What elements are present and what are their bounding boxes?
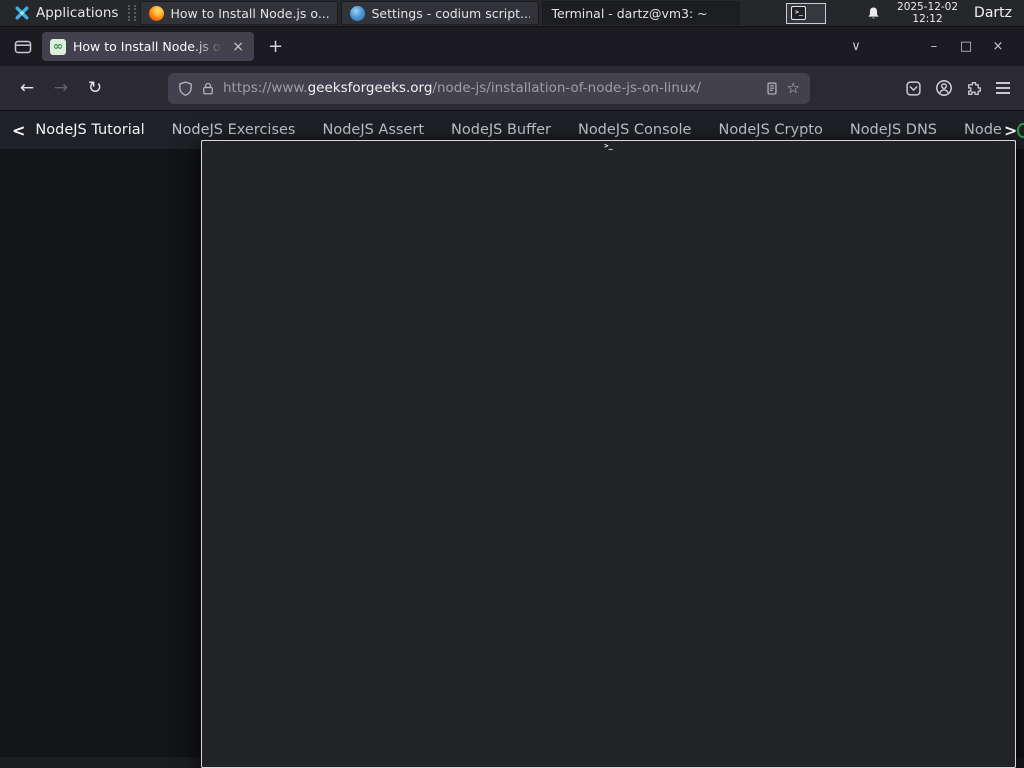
new-tab-button[interactable]: + [268,36,283,57]
pocket-icon[interactable] [905,80,922,97]
nav-link[interactable]: NodeJS Exercises [172,122,296,138]
menu-hamburger-icon[interactable] [996,82,1010,94]
window-button-label: Settings - codium script... [371,5,531,21]
user-menu[interactable]: Dartz [974,5,1012,21]
nav-link[interactable]: NodeJS Console [578,122,692,138]
browser-minimize-button[interactable]: – [918,39,950,54]
applications-label: Applications [36,5,119,21]
nav-scroll-left-icon[interactable]: < [12,121,25,140]
lock-icon[interactable] [201,81,215,96]
back-button[interactable]: ← [10,78,44,98]
account-icon[interactable] [935,79,953,97]
search-icon[interactable] [1017,122,1024,138]
panel-window-button-terminal[interactable]: >_ Terminal - dartz@vm3: ~ [201,1,1016,768]
window-button-label: How to Install Node.js o... [170,5,330,21]
notification-bell-icon[interactable] [866,6,881,21]
url-path: /node-js/installation-of-node-js-on-linu… [432,80,701,96]
site-nav-right: Sign In [1017,108,1024,152]
url-bar[interactable]: https://www.geeksforgeeks.org/node-js/in… [168,72,810,104]
url-text: https://www.geeksforgeeks.org/node-js/in… [223,80,757,96]
panel-window-buttons: How to Install Node.js o... Settings - co… [140,0,1016,768]
tab-bar: ∞ How to Install Node.js on × + ∨ – □ × [0,27,1024,66]
nav-link[interactable]: NodeJS Assert [322,122,424,138]
navigation-toolbar: ← → ↻ https://www.geeksforgeeks.org/node… [0,66,1024,111]
url-scheme: https://www. [223,80,308,96]
reload-button[interactable]: ↻ [78,78,112,98]
panel-window-button-firefox[interactable]: How to Install Node.js o... [140,1,339,25]
window-button-label: Terminal - dartz@vm3: ~ [551,5,708,21]
applications-icon [15,6,29,20]
nav-link[interactable]: NodeJS Crypto [718,122,822,138]
vscodium-icon [350,5,366,21]
site-nav-links: NodeJS Tutorial NodeJS Exercises NodeJS As… [35,122,1001,138]
tracking-shield-icon[interactable] [178,80,193,96]
browser-maximize-button[interactable]: □ [950,39,982,54]
workspace-switcher[interactable]: >_ [786,2,827,24]
nav-scroll-right-icon[interactable]: > [1004,121,1017,140]
reader-mode-icon[interactable] [765,81,779,96]
bookmark-star-icon[interactable]: ☆ [787,79,800,97]
firefox-view-icon[interactable] [14,39,32,55]
tab-close-icon[interactable]: × [230,39,246,55]
clock[interactable]: 2025-12-02 12:12 [897,1,958,25]
forward-button[interactable]: → [44,78,78,98]
tab-nodejs-install[interactable]: ∞ How to Install Node.js on × [42,32,254,61]
applications-menu[interactable]: Applications [8,0,124,26]
geeksforgeeks-favicon: ∞ [50,38,66,55]
list-all-tabs-icon[interactable]: ∨ [840,39,872,54]
browser-close-button[interactable]: × [982,39,1014,54]
clock-time: 12:12 [912,13,943,25]
tab-title: How to Install Node.js on [73,39,224,54]
panel-status-area: 2025-12-02 12:12 Dartz [866,1,1016,25]
nav-link[interactable]: Node [964,122,1002,138]
nav-link[interactable]: NodeJS Tutorial [35,122,144,138]
url-domain: geeksforgeeks.org [307,80,433,96]
firefox-icon [149,5,165,21]
nav-link[interactable]: NodeJS DNS [850,122,937,138]
panel-window-button-vscodium[interactable]: Settings - codium script... [341,1,540,25]
desktop: Applications How to Install Node.js o...… [0,0,1024,768]
panel-separator [128,5,137,21]
workspace-terminal-icon: >_ [791,6,807,20]
browser-window-controls: ∨ – □ × [840,27,1014,66]
toolbar-right-icons [905,79,1014,97]
top-panel: Applications How to Install Node.js o...… [0,0,1024,768]
nav-link[interactable]: NodeJS Buffer [451,122,551,138]
extensions-puzzle-icon[interactable] [966,80,983,97]
clock-date: 2025-12-02 [897,1,959,13]
